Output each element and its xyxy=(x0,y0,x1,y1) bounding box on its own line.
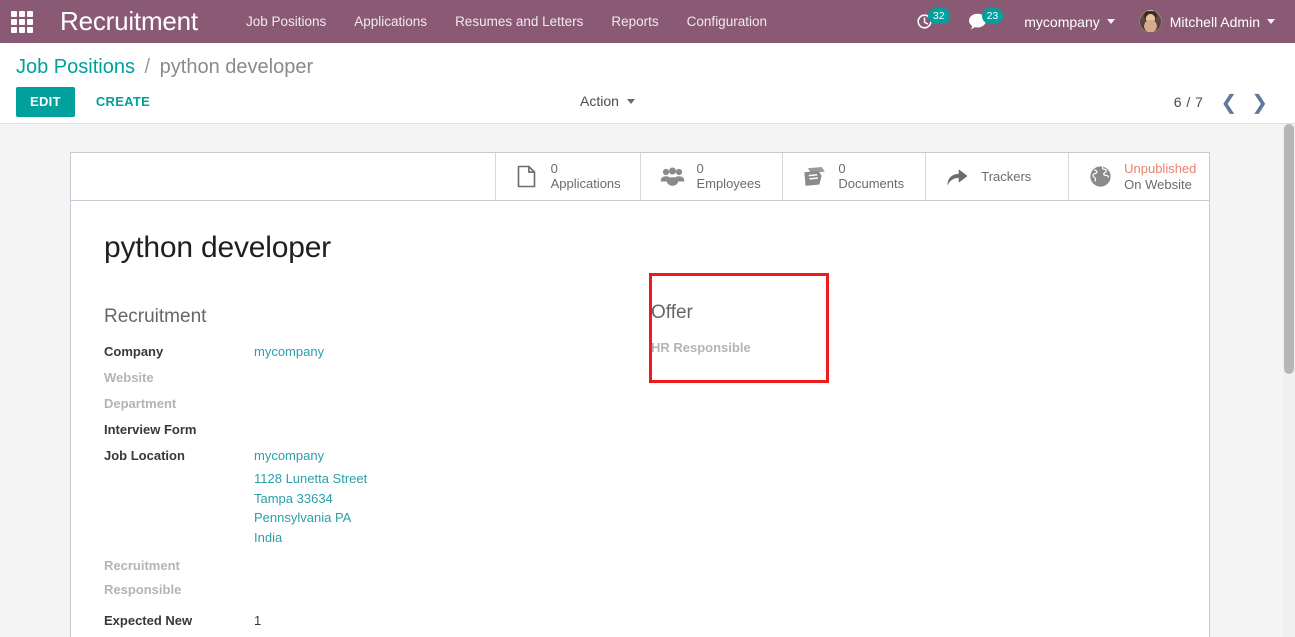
stat-label-employees: Employees xyxy=(696,176,761,191)
menu-item-job-positions[interactable]: Job Positions xyxy=(232,0,340,43)
record-pager: 6 / 7 ❮ ❯ xyxy=(1174,87,1275,117)
share-arrow-icon xyxy=(944,164,970,190)
stat-button-website[interactable]: Unpublished On Website xyxy=(1069,153,1209,200)
stat-button-row: 0 Applications 0 Employees 0 Documents T… xyxy=(71,153,1209,201)
field-label-job-location: Job Location xyxy=(104,448,185,463)
field-label-expected-new-employees: Expected New Employees xyxy=(104,613,193,628)
document-icon xyxy=(514,164,540,190)
pager-next-button[interactable]: ❯ xyxy=(1244,92,1275,112)
control-panel-actions: EDIT CREATE Action 6 / 7 ❮ ❯ xyxy=(16,87,1279,117)
field-row-interview-form: Interview Form xyxy=(104,418,614,442)
job-location-name[interactable]: mycompany xyxy=(254,448,324,463)
action-dropdown-label: Action xyxy=(580,93,619,109)
field-value-job-location-address: mycompany 1128 Lunetta Street Tampa 3363… xyxy=(254,444,367,547)
field-label-hr-responsible: HR Responsible xyxy=(651,340,751,355)
form-columns: Recruitment Company mycompany Website De… xyxy=(104,273,1176,637)
stat-text-applications: 0 Applications xyxy=(551,161,621,192)
chevron-down-icon xyxy=(1106,19,1115,24)
main-menu: Job Positions Applications Resumes and L… xyxy=(232,0,781,43)
user-name: Mitchell Admin xyxy=(1169,13,1260,30)
stat-button-documents[interactable]: 0 Documents xyxy=(783,153,927,200)
group-title-recruitment: Recruitment xyxy=(104,306,207,327)
field-row-hr-responsible: HR Responsible xyxy=(651,336,831,360)
chevron-down-icon xyxy=(626,98,635,104)
stat-text-trackers: Trackers xyxy=(981,169,1031,185)
top-navbar: Recruitment Job Positions Applications R… xyxy=(0,0,1295,43)
stat-row-spacer xyxy=(71,153,496,200)
apps-grid-icon[interactable] xyxy=(0,0,44,43)
globe-icon xyxy=(1087,164,1113,190)
stat-label-applications: Applications xyxy=(550,176,621,191)
action-dropdown[interactable]: Action xyxy=(574,90,641,112)
form-group-offer: Offer HR Responsible xyxy=(651,301,831,362)
field-value-company[interactable]: mycompany xyxy=(254,340,324,364)
stat-label-trackers: Trackers xyxy=(981,168,1032,184)
user-menu[interactable]: Mitchell Admin xyxy=(1127,0,1287,43)
field-label-interview-form: Interview Form xyxy=(104,422,197,437)
activities-count-badge: 32 xyxy=(927,7,950,25)
page-title: python developer xyxy=(104,231,331,264)
stat-label-documents: Documents xyxy=(838,176,905,191)
group-title-offer: Offer xyxy=(651,302,693,323)
address-line-street[interactable]: 1128 Lunetta Street xyxy=(254,469,367,489)
field-row-job-location: Job Location mycompany 1128 Lunetta Stre… xyxy=(104,444,614,547)
stat-label-unpublished: Unpublished xyxy=(1124,160,1197,176)
address-line-city-zip[interactable]: Tampa 33634 xyxy=(254,489,367,509)
pager-value: 6 / 7 xyxy=(1173,94,1204,110)
stat-button-trackers[interactable]: Trackers xyxy=(926,153,1070,200)
stat-text-employees: 0 Employees xyxy=(696,161,760,192)
pager-previous-button[interactable]: ❮ xyxy=(1213,92,1244,112)
field-row-recruitment-responsible: Recruitment Responsible xyxy=(104,554,614,602)
stat-value-employees: 0 xyxy=(696,161,704,176)
edit-button[interactable]: EDIT xyxy=(16,87,75,117)
page-body: 0 Applications 0 Employees 0 Documents T… xyxy=(0,124,1295,637)
navbar-right-section: 32 23 mycompany Mitchell Admin xyxy=(907,0,1295,43)
avatar xyxy=(1138,10,1162,33)
stat-value-applications: 0 xyxy=(550,161,558,176)
company-name: mycompany xyxy=(1024,13,1100,30)
control-panel: Job Positions / python developer EDIT CR… xyxy=(0,43,1295,124)
scrollbar-thumb[interactable] xyxy=(1284,124,1294,374)
field-label-recruitment-responsible: Recruitment Responsible xyxy=(104,558,182,597)
form-area: python developer Recruitment Company myc… xyxy=(71,201,1209,637)
users-group-icon xyxy=(659,164,685,190)
book-icon xyxy=(801,164,827,190)
field-value-expected-new-employees[interactable]: 1 xyxy=(254,609,261,633)
menu-item-reports[interactable]: Reports xyxy=(597,0,672,43)
field-label-company: Company xyxy=(104,344,164,359)
vertical-scrollbar[interactable] xyxy=(1283,124,1295,637)
stat-value-documents: 0 xyxy=(838,161,846,176)
breadcrumb-item-job-positions[interactable]: Job Positions xyxy=(16,56,135,78)
app-brand-title[interactable]: Recruitment xyxy=(60,6,198,37)
form-sheet: 0 Applications 0 Employees 0 Documents T… xyxy=(70,152,1210,637)
company-switcher[interactable]: mycompany xyxy=(1012,0,1126,43)
breadcrumb-separator: / xyxy=(144,56,151,78)
breadcrumb: Job Positions / python developer xyxy=(16,43,1279,80)
form-group-recruitment: Recruitment Company mycompany Website De… xyxy=(104,305,614,637)
messages-count-badge: 23 xyxy=(981,7,1004,25)
menu-item-resumes-and-letters[interactable]: Resumes and Letters xyxy=(441,0,597,43)
menu-item-configuration[interactable]: Configuration xyxy=(673,0,781,43)
menu-item-applications[interactable]: Applications xyxy=(340,0,441,43)
address-line-state[interactable]: Pennsylvania PA xyxy=(254,508,367,528)
create-button[interactable]: CREATE xyxy=(84,87,162,117)
activities-menu[interactable]: 32 xyxy=(907,0,959,43)
messages-menu[interactable]: 23 xyxy=(959,0,1013,43)
stat-text-website: Unpublished On Website xyxy=(1124,161,1196,193)
stat-label-on-website: On Website xyxy=(1124,176,1192,192)
apps-grid-glyph xyxy=(11,10,33,33)
field-row-expected-new-employees: Expected New Employees 1 xyxy=(104,609,614,637)
field-row-website: Website xyxy=(104,366,614,390)
stat-button-employees[interactable]: 0 Employees xyxy=(641,153,784,200)
field-row-department: Department xyxy=(104,392,614,416)
stat-button-applications[interactable]: 0 Applications xyxy=(496,153,642,200)
field-label-department: Department xyxy=(104,396,177,411)
field-row-company: Company mycompany xyxy=(104,340,614,364)
breadcrumb-item-current: python developer xyxy=(159,56,314,78)
field-label-website: Website xyxy=(104,370,154,385)
stat-text-documents: 0 Documents xyxy=(838,161,904,192)
address-line-country[interactable]: India xyxy=(254,528,367,548)
chevron-down-icon xyxy=(1267,19,1275,24)
